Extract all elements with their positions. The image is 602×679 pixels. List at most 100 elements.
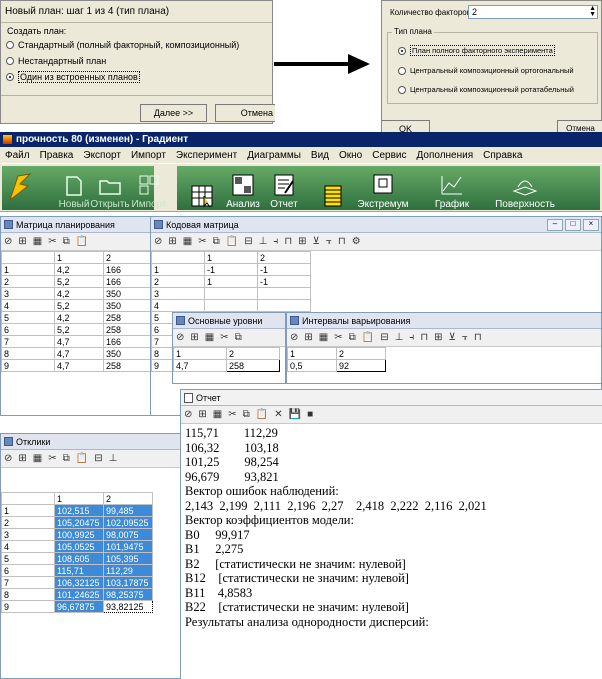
menu-help[interactable]: Справка (478, 150, 527, 161)
plan-matrix-window[interactable]: Матрица планирования ⊘ ⊞ ▦ ✂ ⧉ 📋 12 1 4,2 166 2… (0, 216, 152, 416)
surface-button[interactable]: Поверхность (490, 166, 560, 210)
maximize-icon[interactable]: □ (565, 218, 581, 231)
copy-icon[interactable]: ⧉ (346, 332, 359, 343)
add-col-icon[interactable]: ⫟ (459, 332, 471, 343)
paste-icon[interactable]: 📋 (253, 409, 271, 420)
add-row-icon[interactable]: ⊞ (295, 236, 309, 247)
select-icon[interactable]: ⊞ (15, 236, 29, 247)
import-button[interactable]: Импорт (130, 166, 168, 210)
extremum-button[interactable]: Экстремум (356, 166, 410, 210)
radio-icon[interactable] (398, 85, 406, 94)
copy-icon[interactable]: ⧉ (60, 236, 73, 247)
delete-row-icon[interactable]: ⊥ (392, 332, 407, 343)
radio-selected-icon[interactable] (398, 46, 406, 55)
add-col-icon[interactable]: ⫟ (323, 236, 335, 247)
option-rotatable[interactable]: Центральный композиционный ротатабельный (398, 85, 574, 94)
menu-service[interactable]: Сервис (367, 150, 411, 161)
copy-icon[interactable]: ⧉ (210, 236, 223, 247)
analysis-button[interactable]: Анализ (222, 166, 264, 210)
remove-col-icon[interactable]: ⊓ (335, 236, 349, 247)
paste-icon[interactable]: 📋 (73, 453, 91, 464)
table-icon[interactable]: ▦ (30, 236, 45, 247)
delete-col-icon[interactable]: ⊓ (281, 236, 295, 247)
cut-icon[interactable]: ✂ (45, 236, 59, 247)
option-full-factorial[interactable]: План полного факторного эксперимента (398, 45, 555, 56)
select-icon[interactable]: ⊞ (165, 236, 179, 247)
open-button[interactable]: Открыть (90, 166, 130, 210)
grid-button[interactable] (188, 166, 218, 210)
cancel-icon[interactable]: ⊘ (151, 236, 165, 247)
responses-window[interactable]: Отклики ⊘ ⊞ ▦ ✂ ⧉ 📋 ⊟ ⊥ 12 1 102,515 99,485 2 105,… (0, 433, 180, 679)
insert-row-icon[interactable]: ⊟ (377, 332, 391, 343)
factors-spinner[interactable]: 2 ▲ ▼ (468, 5, 598, 19)
menu-file[interactable]: Файл (0, 150, 35, 161)
radio-selected-icon[interactable] (6, 73, 14, 81)
cancel-icon[interactable]: ⊘ (1, 453, 15, 464)
insert-row-icon[interactable]: ⊟ (91, 453, 105, 464)
cut-icon[interactable]: ✂ (331, 332, 345, 343)
table-button[interactable] (320, 166, 346, 210)
close-icon[interactable]: × (583, 218, 599, 231)
copy-icon[interactable]: ⧉ (232, 332, 245, 343)
delete-col-icon[interactable]: ⊓ (417, 332, 431, 343)
insert-row-icon[interactable]: ⊟ (241, 236, 255, 247)
report-window[interactable]: Отчет ⊘ ⊞ ▦ ✂ ⧉ 📋 ✕ 💾 ■ 115,71 112,29 106,32 103,… (180, 389, 602, 679)
cut-icon[interactable]: ✂ (225, 409, 239, 420)
option-builtin[interactable]: Один из встроенных планов (6, 71, 140, 83)
menu-experiment[interactable]: Эксперимент (171, 150, 242, 161)
base-levels-window[interactable]: Основные уровни ⊘ ⊞ ▦ ✂ ⧉ 12 4,7 258 (172, 312, 286, 384)
option-orthogonal[interactable]: Центральный композиционный ортогональный (398, 66, 574, 75)
remove-row-icon[interactable]: ⊻ (310, 236, 323, 247)
select-all-icon[interactable]: ⊞ (195, 409, 209, 420)
radio-icon[interactable] (6, 41, 14, 49)
next-button[interactable]: Далее >> (140, 104, 207, 122)
insert-col-icon[interactable]: ⫞ (406, 332, 417, 343)
save-icon[interactable]: 💾 (286, 409, 304, 420)
radio-icon[interactable] (398, 66, 406, 75)
menu-addons[interactable]: Дополнения (412, 150, 479, 161)
add-row-icon[interactable]: ⊞ (431, 332, 445, 343)
cancel-icon[interactable]: ⊘ (1, 236, 15, 247)
spinner-arrows-icon[interactable]: ▲ ▼ (589, 5, 596, 18)
option-nonstandard[interactable]: Нестандартный план (6, 56, 106, 66)
table-icon[interactable]: ▦ (316, 332, 331, 343)
print-icon[interactable]: ■ (304, 409, 316, 420)
cut-icon[interactable]: ✂ (195, 236, 209, 247)
settings-icon[interactable]: ⚙ (349, 236, 364, 247)
cancel-icon[interactable]: ⊘ (287, 332, 301, 343)
option-standard[interactable]: Стандартный (полный факторный, композици… (6, 40, 239, 50)
new-button[interactable]: Новый (54, 166, 94, 210)
radio-icon[interactable] (6, 57, 14, 65)
select-icon[interactable]: ⊞ (15, 453, 29, 464)
menu-import[interactable]: Импорт (126, 150, 171, 161)
menu-charts[interactable]: Диаграммы (242, 150, 306, 161)
cut-icon[interactable]: ✂ (217, 332, 231, 343)
paste-icon[interactable]: 📋 (359, 332, 377, 343)
copy-icon[interactable]: ⧉ (60, 453, 73, 464)
cut-icon[interactable]: ✂ (45, 453, 59, 464)
cancel-icon[interactable]: ⊘ (181, 409, 195, 420)
remove-row-icon[interactable]: ⊻ (446, 332, 459, 343)
cancel-icon[interactable]: ⊘ (173, 332, 187, 343)
menu-window[interactable]: Окно (334, 150, 367, 161)
report-button[interactable]: Отчет (266, 166, 302, 210)
select-icon[interactable]: ⊞ (301, 332, 315, 343)
menu-view[interactable]: Вид (306, 150, 334, 161)
menu-export[interactable]: Экспорт (78, 150, 126, 161)
table-icon[interactable]: ▦ (180, 236, 195, 247)
delete-row-icon[interactable]: ⊥ (256, 236, 271, 247)
paste-icon[interactable]: 📋 (73, 236, 91, 247)
insert-col-icon[interactable]: ⫞ (270, 236, 281, 247)
menu-edit[interactable]: Правка (35, 150, 79, 161)
intervals-window[interactable]: Интервалы варьирования ⊘ ⊞ ▦ ✂ ⧉ 📋 ⊟ ⊥ ⫞ ⊓ ⊞ ⊻ ⫟ ⊓ 12… (286, 312, 602, 384)
delete-row-icon[interactable]: ⊥ (106, 453, 121, 464)
minimize-icon[interactable]: – (547, 218, 563, 231)
delete-icon[interactable]: ✕ (271, 409, 285, 420)
table-icon[interactable]: ▦ (202, 332, 217, 343)
remove-col-icon[interactable]: ⊓ (471, 332, 485, 343)
table-icon[interactable]: ▦ (210, 409, 225, 420)
cancel-button[interactable]: Отмена (215, 104, 275, 122)
table-icon[interactable]: ▦ (30, 453, 45, 464)
copy-icon[interactable]: ⧉ (240, 409, 253, 420)
chart-button[interactable]: График (432, 166, 472, 210)
